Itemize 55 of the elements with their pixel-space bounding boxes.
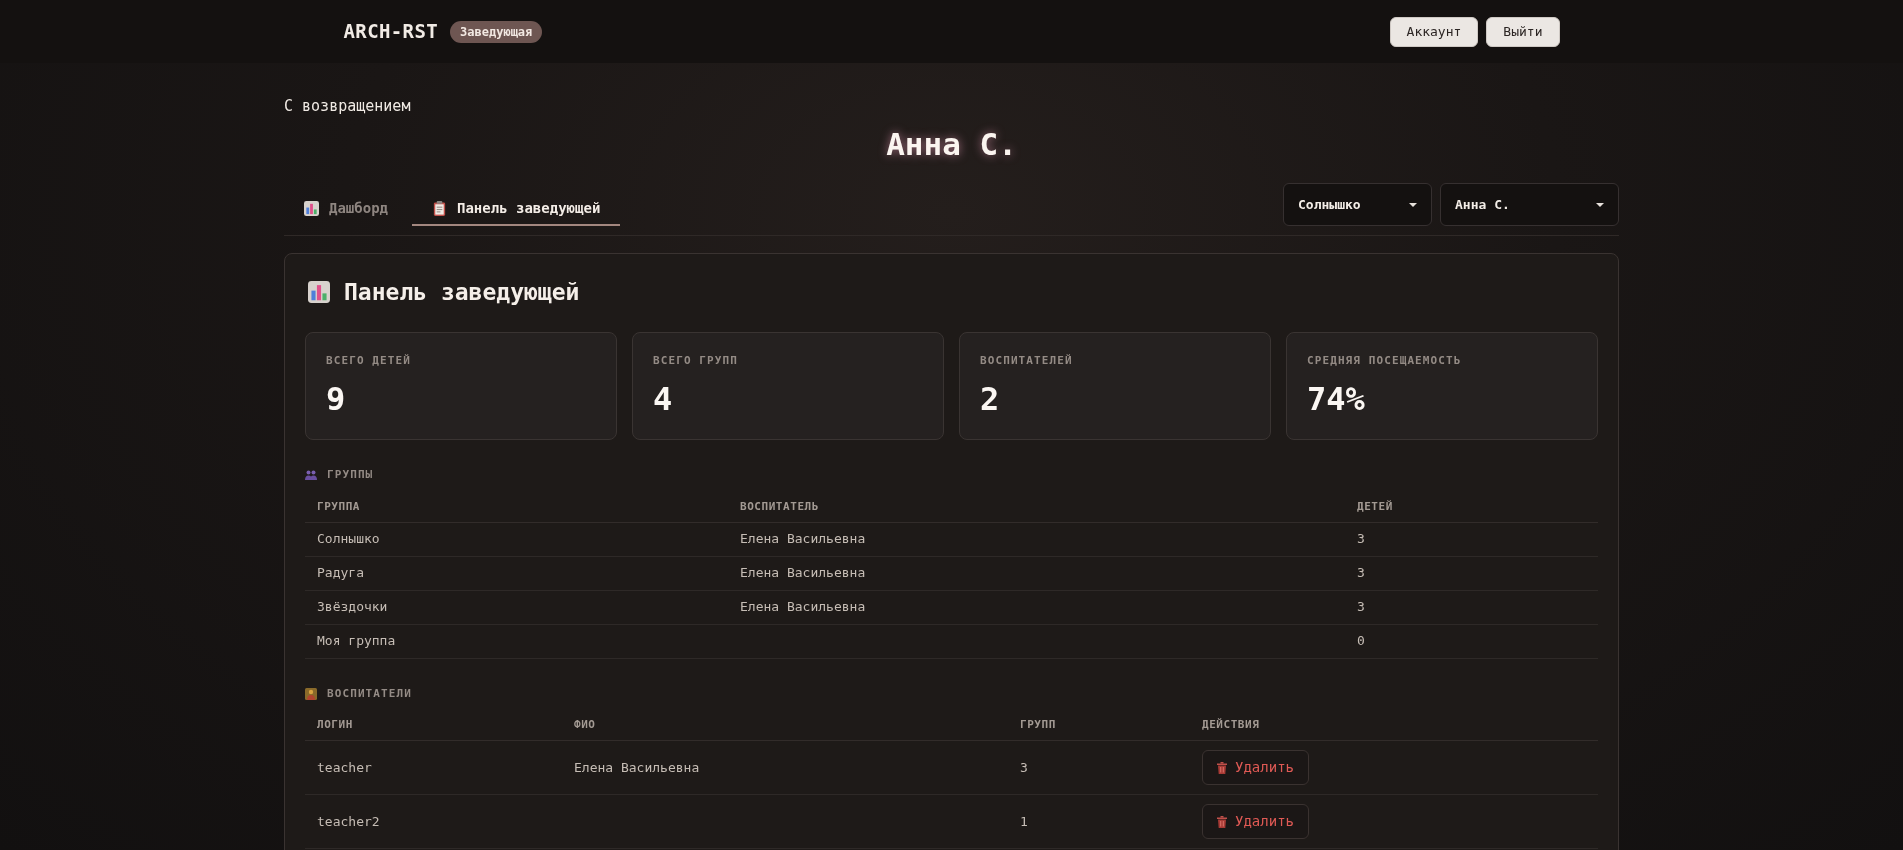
table-cell-text: Елена Васильевна: [739, 564, 867, 583]
account-button[interactable]: Аккаунт: [1389, 16, 1479, 47]
column-header: ВОСПИТАТЕЛЬ: [739, 498, 820, 515]
people-icon: [305, 470, 317, 481]
trash-icon: [1217, 815, 1227, 828]
group-select[interactable]: Солнышко: [1283, 183, 1432, 226]
table-cell-text: Елена Васильевна: [573, 758, 701, 777]
table-cell-text: teacher2: [316, 812, 381, 831]
table-cell-text: 0: [1356, 632, 1366, 651]
table-cell-text: teacher: [316, 758, 373, 777]
delete-button[interactable]: Удалить: [1202, 804, 1309, 839]
column-header: ДЕЙСТВИЯ: [1201, 717, 1261, 734]
bar-chart-icon: [304, 200, 319, 216]
stat-value: 2: [980, 381, 1000, 417]
table-cell-text: Елена Васильевна: [739, 598, 867, 617]
table-cell-text: 3: [1356, 530, 1366, 549]
table-cell-text: Солнышко: [316, 530, 381, 549]
delete-button[interactable]: Удалить: [1202, 750, 1309, 785]
clipboard-icon: [432, 200, 447, 216]
trash-icon: [1217, 761, 1227, 774]
section-title: ГРУППЫ: [327, 467, 374, 483]
column-header: ГРУПП: [1019, 717, 1057, 734]
table-cell-text: Радуга: [316, 564, 365, 583]
table-cell-text: 3: [1356, 564, 1366, 583]
table-cell-text: Елена Васильевна: [739, 530, 867, 549]
stat-label: СРЕДНЯЯ ПОСЕЩАЕМОСТЬ: [1307, 354, 1462, 368]
table-cell-text: Звёздочки: [316, 598, 389, 617]
user-name-heading: Анна С.: [886, 125, 1017, 163]
section-title: ВОСПИТАТЕЛИ: [327, 685, 412, 702]
column-header: ГРУППА: [316, 498, 362, 515]
welcome-text: С возвращением: [284, 97, 411, 115]
stat-value: 9: [326, 381, 346, 417]
stat-value: 4: [653, 381, 673, 417]
role-badge: Заведующая: [450, 20, 543, 43]
bar-chart-icon: [308, 281, 330, 303]
panel-title: Панель заведующей: [344, 278, 580, 307]
tab[interactable]: Дашборд: [284, 192, 408, 226]
column-header: ЛОГИН: [316, 717, 354, 734]
person-board-icon: [305, 687, 317, 700]
table-cell-text: Моя группа: [316, 632, 397, 651]
column-header: ДЕТЕЙ: [1356, 498, 1394, 515]
logout-button[interactable]: Выйти: [1486, 16, 1560, 47]
stat-value: 74%: [1307, 381, 1365, 417]
table-cell-text: 1: [1019, 812, 1029, 831]
stat-label: ВОСПИТАТЕЛЕЙ: [980, 354, 1073, 368]
caret-down-icon: [1596, 202, 1604, 207]
caret-down-icon: [1409, 202, 1417, 207]
stat-label: ВСЕГО ГРУПП: [653, 354, 738, 368]
stat-label: ВСЕГО ДЕТЕЙ: [326, 354, 411, 368]
table-cell-text: 3: [1356, 598, 1366, 617]
logo-text: ARCH-RST: [343, 19, 439, 45]
table-cell-text: 3: [1019, 758, 1029, 777]
tab[interactable]: Панель заведующей: [412, 192, 621, 226]
column-header: ФИО: [573, 717, 597, 734]
user-select[interactable]: Анна С.: [1440, 183, 1619, 226]
